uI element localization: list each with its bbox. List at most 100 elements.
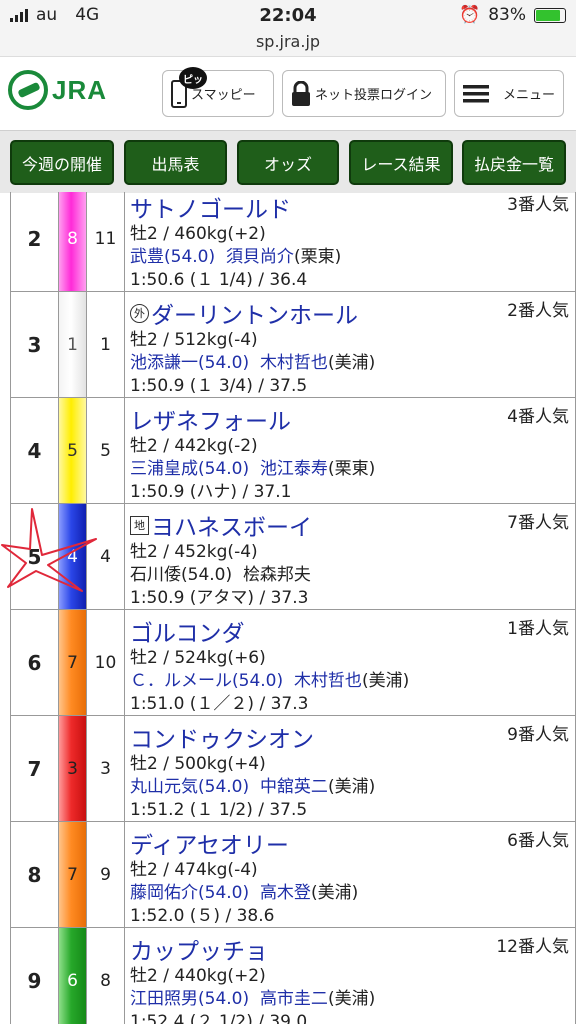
jockey-link[interactable]: Ｃ．ルメール(54.0) [130,671,283,691]
rank-cell: 4 [10,398,59,503]
foreign-horse-mark: 外 [130,303,149,323]
hand-drawn-star-annotation [1,508,97,592]
jockey-trainer: 武豊(54.0) 須貝尚介(栗東) [130,242,341,267]
horse-info-cell: カップッチョ 12番人気 牡2 / 440kg(+2) 江田照男(54.0) 高… [125,928,576,1024]
time-margin-last3f: 1:51.2 (１ 1/2) / 37.5 [130,800,308,820]
stable: (美浦) [310,883,359,903]
jockey-link[interactable]: 武豊(54.0) [130,247,215,267]
horse-number-cell: 10 [87,610,125,715]
sex-age-weight: 牡2 / 460kg(+2) [130,224,266,244]
jockey-link[interactable]: 藤岡佑介(54.0) [130,883,249,903]
stable: (栗東) [327,459,376,479]
rank-cell: 7 [10,716,59,821]
waku-cell: 6 [59,928,87,1024]
lock-icon [292,80,310,106]
results-table: 2 8 11 サトノゴールド 3番人気 牡2 / 460kg(+2) 武豊(54… [10,192,576,1024]
rank-cell: 3 [10,292,59,397]
trainer-link[interactable]: 高市圭二 [260,989,328,1009]
trainer-link[interactable]: 池江泰寿 [260,459,328,479]
nav-results[interactable]: レース結果 [349,140,453,185]
site-header: JRA ピッ スマッピー ネット投票ログイン メニュー [0,57,576,130]
rank-cell: 2 [10,192,59,291]
horse-info-cell: 外ダーリントンホール 2番人気 牡2 / 512kg(-4) 池添謙一(54.0… [125,292,576,397]
net-login-button[interactable]: ネット投票ログイン [282,70,446,117]
jockey-trainer: Ｃ．ルメール(54.0) 木村哲也(美浦) [130,666,409,691]
logo-text: JRA [52,74,108,105]
smappy-badge: ピッ [179,67,207,89]
url-bar[interactable]: sp.jra.jp [0,32,576,51]
trainer-link[interactable]: 須貝尚介 [226,247,294,267]
battery-icon [534,7,566,23]
sex-age-weight: 牡2 / 440kg(+2) [130,966,266,986]
trainer-link[interactable]: 木村哲也 [260,353,328,373]
menu-label: メニュー [503,88,556,103]
popularity: 12番人気 [496,937,569,957]
waku-cell: 5 [59,398,87,503]
sex-age-weight: 牡2 / 500kg(+4) [130,754,266,774]
jockey-link[interactable]: 丸山元気(54.0) [130,777,249,797]
jockey-link[interactable]: 江田照男(54.0) [130,989,249,1009]
sex-age-weight: 牡2 / 512kg(-4) [130,330,258,350]
race-nav: 今週の開催 出馬表 オッズ レース結果 払戻金一覧 [0,130,576,193]
trainer-link[interactable]: 木村哲也 [294,671,362,691]
table-row: 6 7 10 ゴルコンダ 1番人気 牡2 / 524kg(+6) Ｃ．ルメール(… [10,610,576,716]
time-margin-last3f: 1:50.9 (アタマ) / 37.3 [130,588,309,608]
popularity: 6番人気 [507,831,569,851]
popularity: 3番人気 [507,195,569,215]
horse-number-cell: 9 [87,822,125,927]
popularity: 7番人気 [507,513,569,533]
table-row: 3 1 1 外ダーリントンホール 2番人気 牡2 / 512kg(-4) 池添謙… [10,292,576,398]
nav-this-week[interactable]: 今週の開催 [10,140,114,185]
horse-info-cell: サトノゴールド 3番人気 牡2 / 460kg(+2) 武豊(54.0) 須貝尚… [125,192,576,291]
status-bar: au 4G 22:04 ⏰ 83% sp.jra.jp [0,0,576,57]
time-margin-last3f: 1:51.0 (１／２) / 37.3 [130,694,309,714]
trainer-link[interactable]: 中舘英二 [260,777,328,797]
sex-age-weight: 牡2 / 452kg(-4) [130,542,258,562]
horse-number-cell: 3 [87,716,125,821]
menu-button[interactable]: メニュー [454,70,564,117]
horse-info-cell: ゴルコンダ 1番人気 牡2 / 524kg(+6) Ｃ．ルメール(54.0) 木… [125,610,576,715]
time-margin-last3f: 1:52.0 (５) / 38.6 [130,906,275,926]
time-margin-last3f: 1:52.4 (２ 1/2) / 39.0 [130,1012,308,1024]
waku-cell: 7 [59,610,87,715]
horse-info-cell: コンドゥクシオン 9番人気 牡2 / 500kg(+4) 丸山元気(54.0) … [125,716,576,821]
waku-cell: 7 [59,822,87,927]
sex-age-weight: 牡2 / 474kg(-4) [130,860,258,880]
nav-entries[interactable]: 出馬表 [124,140,227,185]
waku-cell: 8 [59,192,87,291]
time-margin-last3f: 1:50.9 (ハナ) / 37.1 [130,482,292,502]
trainer-link[interactable]: 高木登 [260,883,311,903]
battery-percent: 83% [488,5,526,25]
status-right: ⏰ 83% [459,5,566,25]
jockey-trainer: 池添謙一(54.0) 木村哲也(美浦) [130,348,375,373]
jockey-name: 石川倭(54.0) [130,565,233,585]
smappy-button[interactable]: ピッ スマッピー [162,67,274,117]
horse-number-cell: 5 [87,398,125,503]
rank-cell: 8 [10,822,59,927]
nav-odds[interactable]: オッズ [237,140,339,185]
jockey-link[interactable]: 三浦皇成(54.0) [130,459,249,479]
net-login-label: ネット投票ログイン [315,88,433,103]
table-row: 8 7 9 ディアセオリー 6番人気 牡2 / 474kg(-4) 藤岡佑介(5… [10,822,576,928]
rank-cell: 9 [10,928,59,1024]
horse-info-cell: レザネフォール 4番人気 牡2 / 442kg(-2) 三浦皇成(54.0) 池… [125,398,576,503]
time-margin-last3f: 1:50.9 (１ 3/4) / 37.5 [130,376,308,396]
jockey-trainer: 丸山元気(54.0) 中舘英二(美浦) [130,772,375,797]
alarm-icon: ⏰ [459,5,481,25]
jockey-link[interactable]: 池添謙一(54.0) [130,353,249,373]
popularity: 2番人気 [507,301,569,321]
horse-number-cell: 11 [87,192,125,291]
jra-logo[interactable]: JRA [8,70,107,110]
sex-age-weight: 牡2 / 442kg(-2) [130,436,258,456]
hamburger-icon [463,84,489,102]
popularity: 1番人気 [507,619,569,639]
stable: (美浦) [361,671,410,691]
nav-payouts[interactable]: 払戻金一覧 [462,140,566,185]
horse-number-cell: 8 [87,928,125,1024]
jockey-trainer: 江田照男(54.0) 高市圭二(美浦) [130,984,375,1009]
stable: (美浦) [327,989,376,1009]
waku-cell: 1 [59,292,87,397]
rank-cell: 6 [10,610,59,715]
stable: (美浦) [327,353,376,373]
time-margin-last3f: 1:50.6 (１ 1/4) / 36.4 [130,270,308,290]
